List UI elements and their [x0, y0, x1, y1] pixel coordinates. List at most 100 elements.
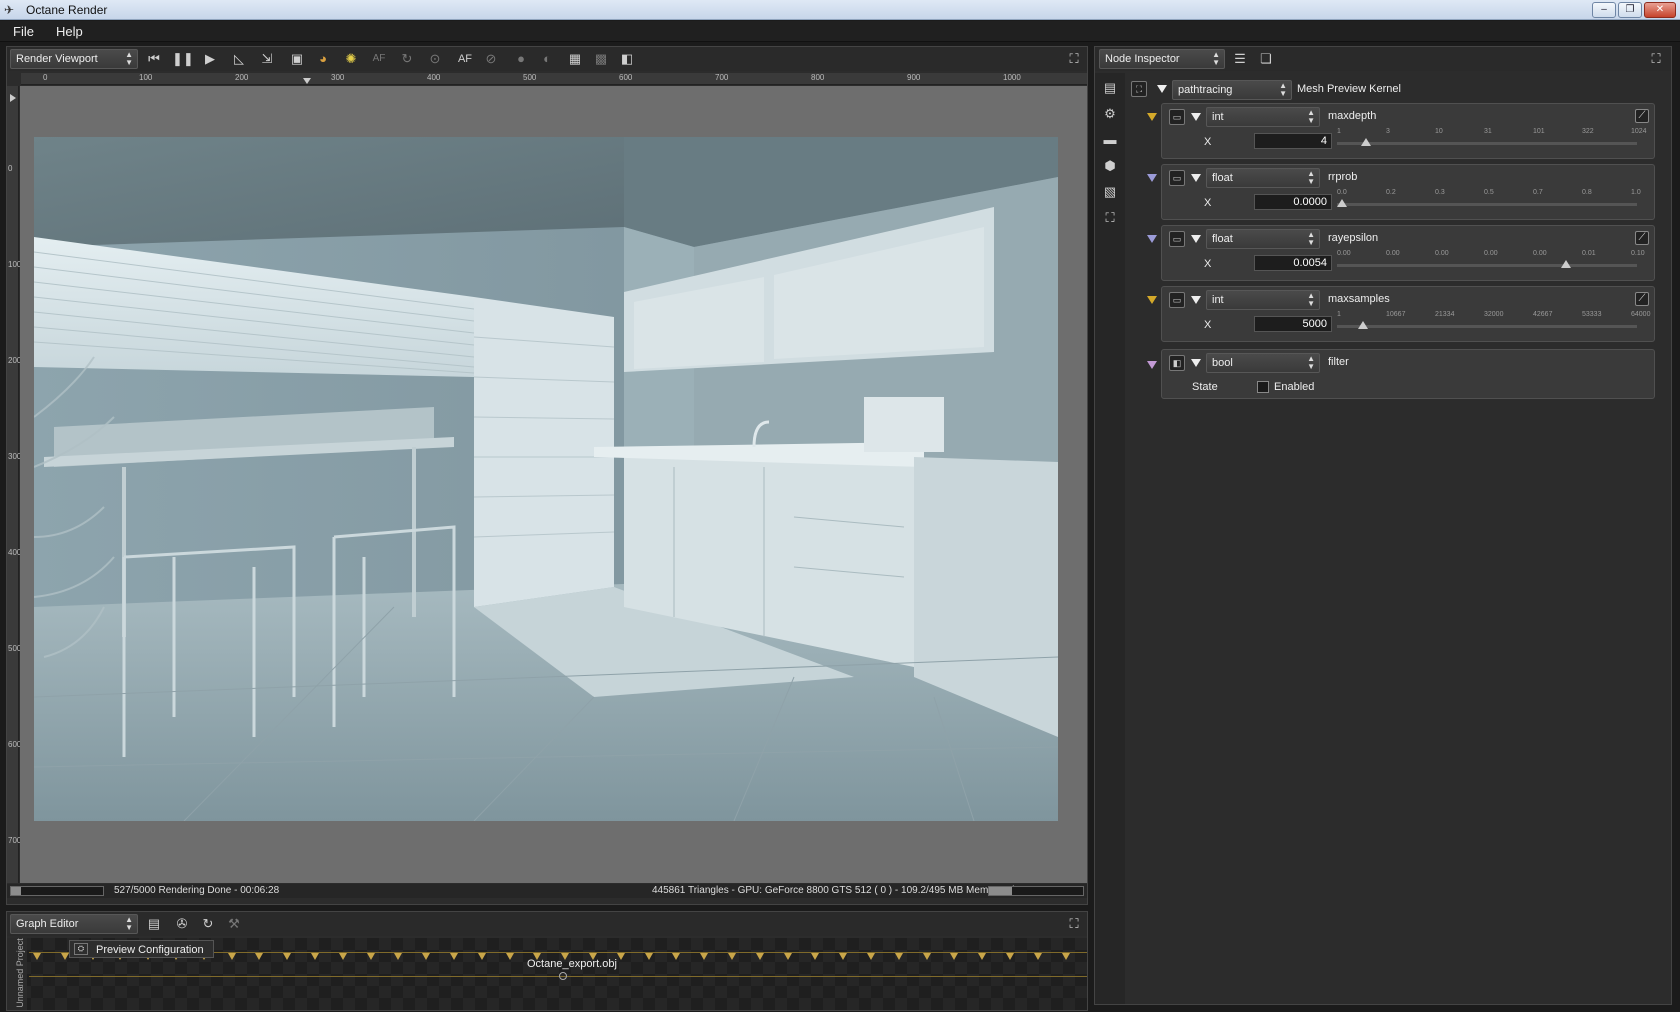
graph-input-pin-icon[interactable] — [33, 953, 41, 960]
graph-input-pin-icon[interactable] — [311, 953, 319, 960]
skip-back-icon[interactable]: ⏮ — [144, 49, 164, 69]
mesh-icon[interactable]: ⬢ — [1101, 157, 1119, 175]
fit-icon[interactable]: ⇲ — [257, 49, 277, 69]
filter-enabled-checkbox[interactable] — [1257, 381, 1269, 393]
graph-input-pin-icon[interactable] — [255, 953, 264, 960]
render-target-icon[interactable]: ▤ — [1101, 79, 1119, 97]
viewport-panel-select[interactable]: Render Viewport ▲ ▼ — [10, 49, 138, 69]
graph-canvas[interactable]: Unnamed Project ⛭ Preview Configuration … — [7, 938, 1087, 1010]
minimize-button[interactable]: – — [1592, 2, 1616, 18]
graph-input-pin-icon[interactable] — [227, 953, 236, 960]
layout-icon[interactable]: ⚒ — [224, 914, 244, 934]
slider-knob[interactable] — [1561, 260, 1572, 268]
float-node-icon[interactable]: ▭ — [1169, 231, 1185, 247]
graph-input-pin-icon[interactable] — [1006, 953, 1014, 960]
kernel-icon[interactable]: ⛶ — [1101, 209, 1119, 227]
maxsamples-value-field[interactable]: 5000 — [1254, 316, 1332, 332]
graph-input-pin-icon[interactable] — [950, 953, 959, 960]
graph-input-pin-icon[interactable] — [1033, 953, 1042, 960]
filter-type-select[interactable]: bool ▲ ▼ — [1206, 353, 1320, 373]
menu-help[interactable]: Help — [56, 24, 83, 39]
graph-input-pin-icon[interactable] — [616, 953, 625, 960]
maxsamples-collapse-icon[interactable] — [1191, 296, 1201, 304]
graph-input-pin-icon[interactable] — [450, 953, 458, 960]
maxdepth-pin-icon[interactable] — [1147, 113, 1157, 121]
environment-icon[interactable]: ▬ — [1101, 131, 1119, 149]
graph-input-pin-icon[interactable] — [283, 953, 292, 960]
maxdepth-type-select[interactable]: int ▲ ▼ — [1206, 107, 1320, 127]
clay-icon[interactable]: ⊘ — [481, 49, 501, 69]
graph-input-pin-icon[interactable] — [1061, 953, 1070, 960]
rayepsilon-type-select[interactable]: float ▲ ▼ — [1206, 229, 1320, 249]
rrprob-slider[interactable]: 0.0 0.2 0.3 0.5 0.7 0.8 1.0 — [1337, 189, 1641, 211]
graph-input-pin-icon[interactable] — [783, 953, 792, 960]
maxsamples-curve-icon[interactable]: ⟋ — [1635, 292, 1649, 306]
maxdepth-curve-icon[interactable]: ⟋ — [1635, 109, 1649, 123]
filter-collapse-icon[interactable] — [1191, 359, 1201, 367]
graph-input-pin-icon[interactable] — [894, 953, 903, 960]
graph-input-pin-icon[interactable] — [839, 953, 848, 960]
graph-input-pin-icon[interactable] — [505, 953, 514, 960]
ruler-icon[interactable]: ◺ — [229, 49, 249, 69]
kernel-collapse-icon[interactable] — [1157, 85, 1167, 93]
sphere-icon[interactable]: ● — [511, 49, 531, 69]
maxsamples-pin-icon[interactable] — [1147, 296, 1157, 304]
graph-input-pin-icon[interactable] — [728, 953, 736, 960]
rayepsilon-collapse-icon[interactable] — [1191, 235, 1201, 243]
close-button[interactable]: ✕ — [1644, 2, 1676, 18]
graph-input-pin-icon[interactable] — [60, 953, 69, 960]
menu-file[interactable]: File — [13, 24, 34, 39]
mesh-output-pin-icon[interactable] — [559, 972, 567, 980]
inspector-panel-select[interactable]: Node Inspector ▲ ▼ — [1099, 49, 1225, 69]
graph-input-pin-icon[interactable] — [978, 953, 987, 960]
slider-knob[interactable] — [1337, 199, 1347, 207]
rrprob-collapse-icon[interactable] — [1191, 174, 1201, 182]
int-node-icon[interactable]: ▭ — [1169, 292, 1185, 308]
maxdepth-slider[interactable]: 1 3 10 31 101 322 1024 — [1337, 128, 1647, 150]
region-icon[interactable]: ▣ — [287, 49, 307, 69]
rayepsilon-curve-icon[interactable]: ⟋ — [1635, 231, 1649, 245]
project-tab[interactable]: Unnamed Project — [7, 938, 27, 1010]
graph-input-pin-icon[interactable] — [811, 953, 820, 960]
autofocus-icon[interactable]: AF — [455, 49, 475, 69]
maxsamples-type-select[interactable]: int ▲ ▼ — [1206, 290, 1320, 310]
viewport-maximize-icon[interactable]: ⛶ — [1064, 49, 1084, 69]
filter-pin-icon[interactable] — [1147, 361, 1157, 369]
preview-config-node[interactable]: ⛭ Preview Configuration — [69, 940, 214, 958]
graph-input-pin-icon[interactable] — [922, 953, 931, 960]
mesh-node-bar[interactable] — [29, 976, 1087, 980]
imager-icon[interactable]: ▧ — [1101, 183, 1119, 201]
pause-icon[interactable]: ❚❚ — [172, 49, 194, 69]
int-node-icon[interactable]: ▭ — [1169, 109, 1185, 125]
play-icon[interactable]: ▶ — [200, 49, 220, 69]
rayepsilon-value-field[interactable]: 0.0054 — [1254, 255, 1332, 271]
rayepsilon-slider[interactable]: 0.00 0.00 0.00 0.00 0.00 0.01 0.10 — [1337, 250, 1645, 272]
reload-icon[interactable]: ↻ — [198, 914, 218, 934]
refresh-dim-icon[interactable]: ↻ — [397, 49, 417, 69]
slider-knob[interactable] — [1357, 321, 1368, 329]
expand-tree-icon[interactable]: ☰ — [1230, 49, 1250, 69]
inspector-maximize-icon[interactable]: ⛶ — [1646, 49, 1666, 69]
graph-input-pin-icon[interactable] — [672, 953, 681, 960]
slider-knob[interactable] — [1360, 138, 1371, 146]
graph-input-pin-icon[interactable] — [477, 953, 486, 960]
maxdepth-collapse-icon[interactable] — [1191, 113, 1201, 121]
sphere2-icon[interactable]: ◐ — [537, 49, 557, 69]
af-dim-icon[interactable]: AF — [369, 49, 389, 69]
graph-input-pin-icon[interactable] — [700, 953, 709, 960]
rayepsilon-pin-icon[interactable] — [1147, 235, 1157, 243]
checker-icon[interactable]: ▩ — [591, 49, 611, 69]
collapse-tree-icon[interactable]: ❏ — [1256, 49, 1276, 69]
graph-input-pin-icon[interactable] — [422, 953, 431, 960]
focus-dim-icon[interactable]: ⊙ — [425, 49, 445, 69]
rrprob-value-field[interactable]: 0.0000 — [1254, 194, 1332, 210]
alpha-icon[interactable]: ◧ — [617, 49, 637, 69]
delete-node-icon[interactable]: ✇ — [172, 914, 192, 934]
render-canvas[interactable] — [20, 86, 1087, 883]
camera-icon[interactable]: ⚙ — [1101, 105, 1119, 123]
grid-icon[interactable]: ▦ — [565, 49, 585, 69]
graph-input-pin-icon[interactable] — [338, 953, 347, 960]
maximize-button[interactable]: ❐ — [1618, 2, 1642, 18]
graph-input-pin-icon[interactable] — [394, 953, 403, 960]
graph-maximize-icon[interactable]: ⛶ — [1064, 914, 1084, 934]
